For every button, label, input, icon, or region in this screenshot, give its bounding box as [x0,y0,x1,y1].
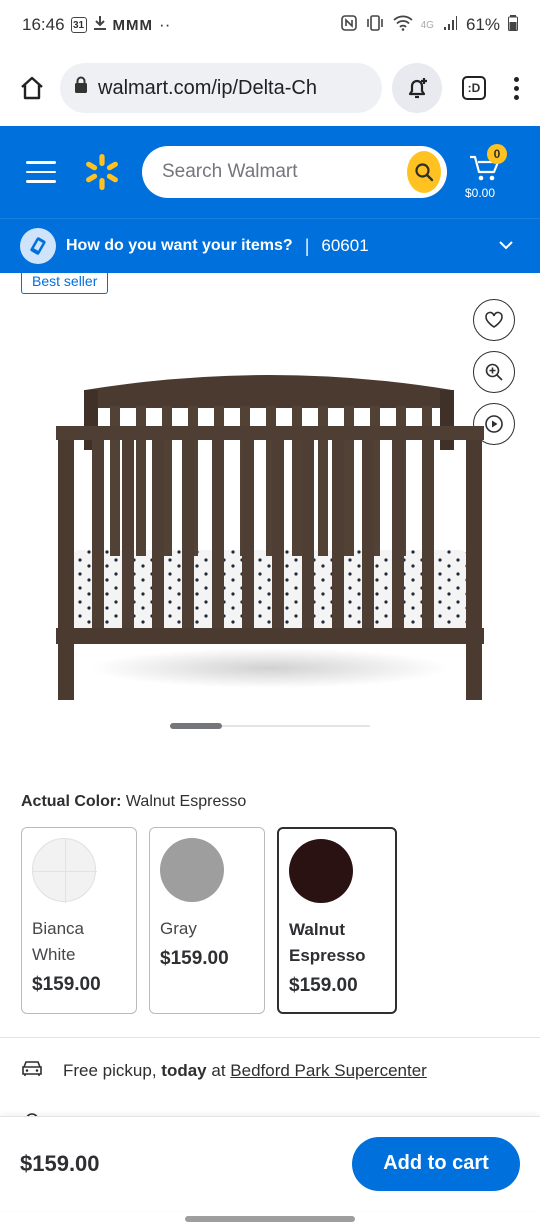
color-dot [160,838,224,902]
pickup-row: Free pickup, today at Bedford Park Super… [21,1058,427,1083]
clock: 16:46 [22,15,65,34]
download-icon [93,15,107,36]
site-header: 0 $0.00 [0,126,540,218]
bottom-price: $159.00 [20,1150,100,1176]
carousel-position-indicator[interactable] [170,723,222,729]
browser-toolbar: walmart.com/ip/Delta-Ch :D [0,50,540,126]
gmail-notification-icons: MMM [112,16,154,34]
color-dot [289,839,353,903]
swatch-bianca-white[interactable]: Bianca White $159.00 [21,827,137,1014]
cart-button[interactable]: 0 $0.00 [465,144,509,200]
swatch-walnut-espresso[interactable]: Walnut Espresso $159.00 [277,827,397,1014]
chevron-down-icon [498,237,514,255]
swatch-price: $159.00 [160,948,229,969]
car-icon [21,1058,43,1083]
gesture-nav-bar[interactable] [185,1216,355,1222]
color-label: Actual Color: Walnut Espresso [21,793,246,811]
swatch-name: Bianca White [32,919,84,964]
cart-count-badge: 0 [487,144,507,164]
best-seller-badge: Best seller [21,268,109,294]
url-text: walmart.com/ip/Delta-Ch [98,76,317,99]
walmart-spark-logo[interactable] [82,152,122,192]
add-to-cart-button[interactable]: Add to cart [352,1136,520,1191]
sticky-add-to-cart-bar: $159.00 Add to cart [0,1116,540,1210]
address-bar[interactable]: walmart.com/ip/Delta-Ch [60,63,382,113]
fulfillment-question: How do you want your items? [66,237,293,254]
tab-switcher-button[interactable]: :D [462,76,486,100]
search-icon[interactable] [407,151,441,193]
calendar-icon: 31 [70,17,87,33]
favorite-heart-icon[interactable] [473,299,515,341]
browser-menu-icon[interactable] [506,76,526,100]
network-type: 4G [420,19,434,31]
zip-code: 60601 [321,236,369,255]
more-notifications-dots: ·· [159,15,171,34]
cart-total: $0.00 [465,186,496,200]
menu-icon[interactable] [26,161,56,183]
delivery-phone-icon [20,228,56,264]
color-dot [32,838,97,903]
pickup-day: today [161,1060,207,1080]
color-label-value: Walnut Espresso [125,793,247,810]
search-input[interactable] [162,161,407,183]
search-box[interactable] [142,146,447,198]
battery-icon [508,14,518,36]
swatch-price: $159.00 [289,975,358,996]
status-bar: 16:46 31 MMM ·· 4G 61% [0,0,540,50]
section-divider [0,1037,540,1038]
wifi-icon [393,15,413,36]
fulfillment-separator: | [304,235,310,256]
signal-icon [442,15,458,36]
color-label-key: Actual Color: [21,793,122,810]
swatch-name: Walnut Espresso [289,920,366,965]
swatch-price: $159.00 [32,974,101,995]
lock-icon [74,76,88,100]
add-notification-bell-icon[interactable] [392,63,442,113]
home-icon[interactable] [14,70,50,106]
pickup-text: Free pickup, today at Bedford Park Super… [63,1061,427,1081]
nfc-icon [340,14,357,36]
swatch-gray[interactable]: Gray $159.00 [149,827,265,1014]
product-image[interactable] [40,360,490,705]
swatch-name: Gray [160,919,197,938]
vibrate-icon [365,14,385,36]
battery-percent: 61% [465,15,500,34]
pickup-prefix: Free pickup, [63,1060,157,1080]
pickup-at: at [211,1060,226,1080]
fulfillment-intent-bar[interactable]: How do you want your items? | 60601 [0,218,540,273]
store-link[interactable]: Bedford Park Supercenter [230,1061,427,1080]
